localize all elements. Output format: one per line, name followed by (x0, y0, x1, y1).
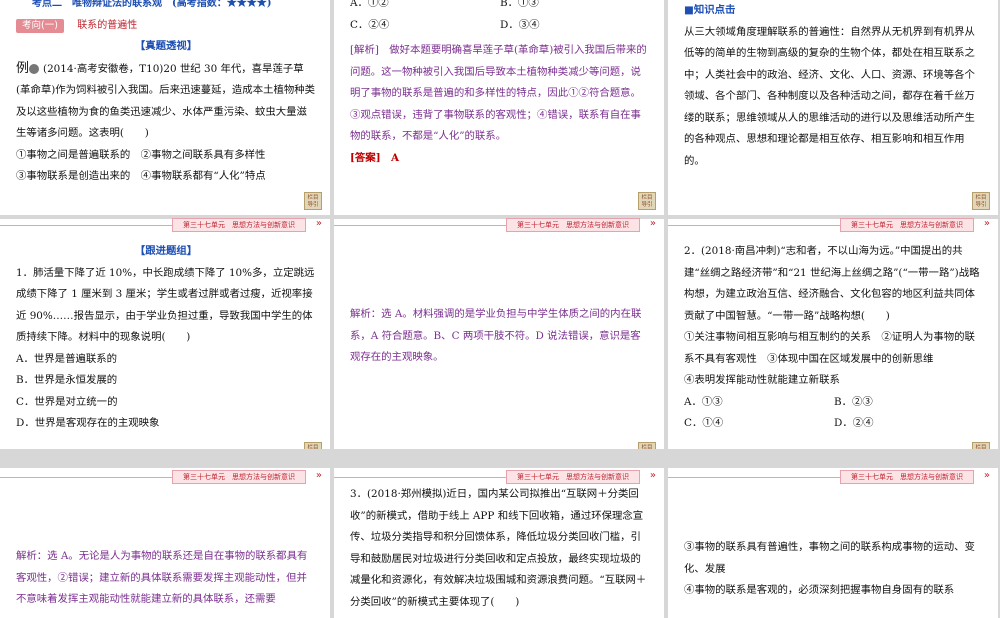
option-line-2: ④表明发挥能动性就能建立新联系 (684, 374, 840, 386)
example-stem: 例 (2014·高考安徽卷，T10)20 世纪 30 年代，喜旱莲子草(革命草)作… (16, 58, 316, 145)
slide-8: 3．(2018·郑州模拟)近日，国内某公司拟推出“互联网＋分类回收”的新模式，借… (334, 468, 664, 618)
slide-6: 2．(2018·南昌冲刺)“志和者，不以山海为远。”中国提出的共建“丝绸之路经济… (668, 219, 998, 449)
nav-button[interactable]: 栏目导引 (304, 442, 322, 449)
direction-title: 联系的普遍性 (77, 19, 138, 31)
option-line-2: ③事物联系是创造出来的 ④事物联系都有“人化”特点 (16, 170, 266, 182)
option-d: D．世界是客观存在的主观映象 (16, 417, 160, 429)
option-b: B．②③ (834, 395, 873, 408)
footer-tag: 第三十七单元 思想方法与创新意识 (840, 218, 974, 232)
footer-bar: 第三十七单元 思想方法与创新意识 » (0, 470, 330, 484)
knowledge-text: 从三大领域角度理解联系的普遍性：自然界从无机界到有机界从低等的简单的生物到高级的… (684, 25, 975, 167)
option-line-1: ①事物之间是普遍联系的 ②事物之间联系具有多样性 (16, 148, 266, 161)
chevron-right-icon[interactable]: » (650, 218, 656, 230)
question-stem: 1．肺活量下降了近 10%，中长跑成绩下降了 10%多，立定跳远成绩下降了 1 … (16, 266, 315, 344)
footer-bar: 第三十七单元 思想方法与创新意识 » (668, 218, 998, 232)
option-line-3: ③事物的联系具有普遍性，事物之间的联系构成事物的运动、变化、发展 (684, 541, 975, 575)
chevron-right-icon[interactable]: » (650, 470, 656, 482)
option-d: D．②④ (834, 417, 874, 429)
question-stem: 3．(2018·郑州模拟)近日，国内某公司拟推出“互联网＋分类回收”的新模式，借… (350, 488, 647, 608)
options-row-2: C．①④ D．②④ (684, 413, 984, 435)
knowledge-title: ■知识点击 (684, 4, 736, 16)
options-row-1: A．①③ B．②③ (684, 392, 984, 414)
kaodian-title: 考点二 唯物辩证法的联系观 (高考指数：★★★★) (32, 0, 272, 9)
direction-row: 考向(一) 联系的普遍性 (16, 15, 316, 37)
slide-4: 【跟进题组】 1．肺活量下降了近 10%，中长跑成绩下降了 10%多，立定跳远成… (0, 219, 330, 449)
chevron-right-icon[interactable]: » (316, 470, 322, 482)
footer-tag: 第三十七单元 思想方法与创新意识 (506, 470, 640, 484)
slide-2: A．①② B．①③ C．②④ D．③④ [解析] 做好本题要明确喜旱莲子草(革命… (334, 0, 664, 215)
option-b: B．①③ (500, 0, 539, 9)
analysis-text: [解析] 做好本题要明确喜旱莲子草(革命草)被引入我国后带来的问题。这一物种被引… (350, 44, 647, 142)
section-heading: 【跟进题组】 (134, 245, 198, 257)
section-heading: 【真题透视】 (134, 40, 198, 52)
option-d: D．③④ (500, 18, 540, 31)
footer-bar: 第三十七单元 思想方法与创新意识 » (668, 470, 998, 484)
slide-7: 解析：选 A。无论是人为事物的联系还是自在事物的联系都具有客观性，②错误；建立新… (0, 468, 330, 618)
nav-button[interactable]: 栏目导引 (638, 442, 656, 449)
option-a: A．世界是普遍联系的 (16, 352, 118, 365)
chevron-right-icon[interactable]: » (316, 218, 322, 230)
footer-tag: 第三十七单元 思想方法与创新意识 (172, 218, 306, 232)
nav-button[interactable]: 栏目导引 (972, 442, 990, 449)
example-text: (2014·高考安徽卷，T10)20 世纪 30 年代，喜旱莲子草(革命草)作为… (16, 62, 316, 140)
option-c: C．①④ (684, 417, 724, 429)
slide-5: 解析：选 A。材料强调的是学业负担与中学生体质之间的内在联系，A 符合题意。B、… (334, 219, 664, 449)
footer-bar: 第三十七单元 思想方法与创新意识 » (334, 470, 664, 484)
footer-tag: 第三十七单元 思想方法与创新意识 (840, 470, 974, 484)
slide-9: ③事物的联系具有普遍性，事物之间的联系构成事物的运动、变化、发展 ④事物的联系是… (668, 468, 998, 618)
slide-1: 考点二 唯物辩证法的联系观 (高考指数：★★★★) 考向(一) 联系的普遍性 【… (0, 0, 330, 215)
option-c: C．②④ (350, 18, 390, 31)
question-stem: 2．(2018·南昌冲刺)“志和者，不以山海为远。”中国提出的共建“丝绸之路经济… (684, 245, 980, 322)
option-line-4: ④事物的联系是客观的，必须深刻把握事物自身固有的联系 (684, 584, 955, 596)
example-label: 例 (16, 60, 30, 76)
option-c: C．世界是对立统一的 (16, 395, 118, 408)
option-a: A．①② (350, 0, 389, 9)
chevron-right-icon[interactable]: » (984, 218, 990, 230)
slide-grid: 考点二 唯物辩证法的联系观 (高考指数：★★★★) 考向(一) 联系的普遍性 【… (0, 0, 1000, 618)
nav-button[interactable]: 栏目导引 (972, 192, 990, 210)
answer-text: [答案] A (350, 151, 400, 164)
options-row-1: A．①② B．①③ (350, 0, 650, 15)
nav-button[interactable]: 栏目导引 (304, 192, 322, 210)
footer-tag: 第三十七单元 思想方法与创新意识 (506, 218, 640, 232)
options-row-2: C．②④ D．③④ (350, 15, 650, 37)
slide-3: ■知识点击 从三大领域角度理解联系的普遍性：自然界从无机界到有机界从低等的简单的… (668, 0, 998, 215)
example-number-icon (29, 63, 40, 74)
analysis-text: 解析：选 A。无论是人为事物的联系还是自在事物的联系都具有客观性，②错误；建立新… (16, 550, 308, 605)
option-a: A．①③ (684, 395, 723, 408)
footer-bar: 第三十七单元 思想方法与创新意识 » (334, 218, 664, 232)
chevron-right-icon[interactable]: » (984, 470, 990, 482)
nav-button[interactable]: 栏目导引 (638, 192, 656, 210)
option-line-1: ①关注事物间相互影响与相互制约的关系 ②证明人为事物的联系不具有客观性 ③体现中… (684, 331, 975, 365)
option-b: B．世界是永恒发展的 (16, 374, 118, 386)
footer-bar: 第三十七单元 思想方法与创新意识 » (0, 218, 330, 232)
analysis-text: 解析：选 A。材料强调的是学业负担与中学生体质之间的内在联系，A 符合题意。B、… (350, 308, 642, 363)
footer-tag: 第三十七单元 思想方法与创新意识 (172, 470, 306, 484)
direction-badge: 考向(一) (16, 18, 64, 33)
